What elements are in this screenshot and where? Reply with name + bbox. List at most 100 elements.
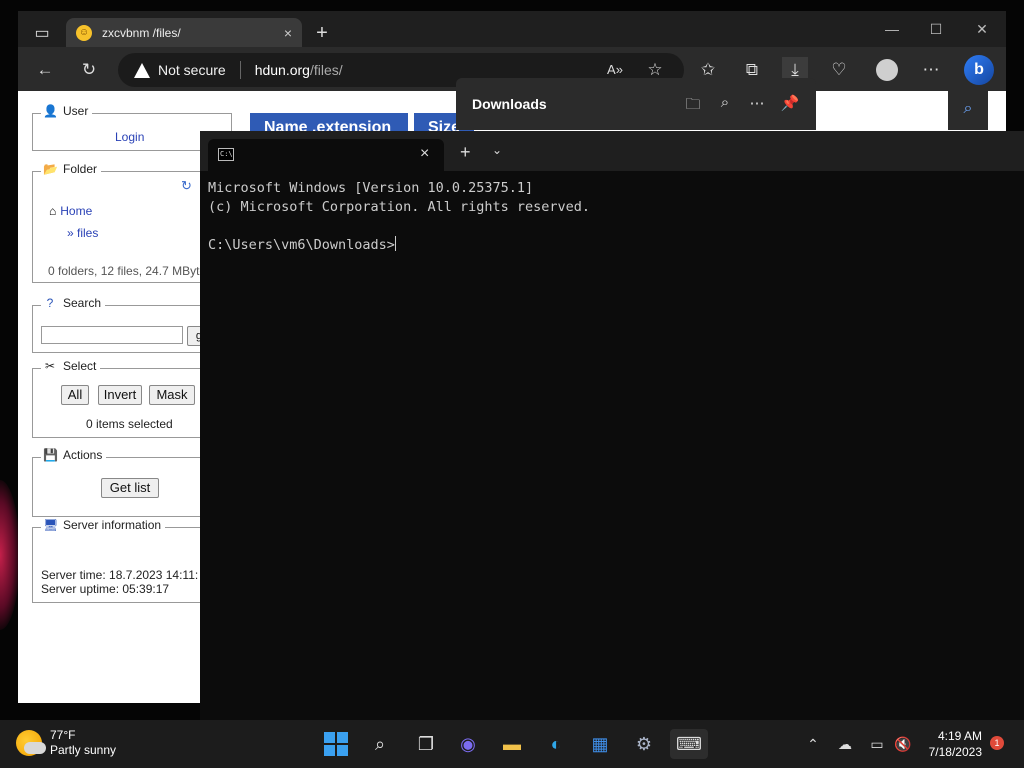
terminal-tabstrip: C:\ × + ⌄ — [200, 131, 1024, 171]
chat-icon[interactable]: ◉ — [453, 729, 483, 759]
weather-text: 77°F Partly sunny — [50, 728, 116, 758]
notification-badge[interactable]: 1 — [990, 736, 1004, 750]
onedrive-cloud-icon[interactable]: ☁ — [830, 729, 860, 759]
terminal-prompt-line: C:\Users\vm6\Downloads> — [208, 236, 1018, 255]
terminal-window[interactable]: C:\ × + ⌄ Microsoft Windows [Version 10.… — [200, 131, 1024, 720]
server-legend: 🖥 Server information — [41, 518, 166, 532]
smiley-favicon-icon: ☺ — [76, 24, 92, 41]
bing-copilot-icon[interactable]: b — [964, 55, 994, 85]
profile-avatar[interactable] — [876, 59, 898, 81]
back-arrow-icon[interactable]: ← — [32, 57, 58, 83]
not-secure-label[interactable]: Not secure — [158, 62, 226, 78]
downloads-title: Downloads — [472, 96, 547, 112]
search-downloads-icon[interactable]: ⌕ — [714, 94, 736, 111]
settings-gear-icon[interactable]: ⚙ — [629, 729, 659, 759]
search-legend: ? Search — [41, 296, 106, 310]
terminal-output[interactable]: Microsoft Windows [Version 10.0.25375.1]… — [208, 179, 1018, 255]
chevron-up-icon[interactable]: ⌃ — [798, 729, 828, 759]
open-folder-icon[interactable]: 🗀 — [682, 94, 704, 119]
terminal-line: Microsoft Windows [Version 10.0.25375.1] — [208, 180, 534, 196]
browser-tabstrip: ▭ ☺ zxcvbnm /files/ × + — ☐ ✕ — [18, 11, 1006, 47]
close-window-button[interactable]: ✕ — [970, 21, 994, 38]
volume-muted-icon[interactable]: 🔇 — [888, 729, 918, 759]
search-icon[interactable]: ⌕ — [365, 729, 395, 759]
more-options-icon[interactable]: ⋯ — [918, 57, 944, 83]
help-icon: ? — [46, 296, 54, 310]
weather-widget[interactable]: 77°F Partly sunny — [16, 728, 116, 758]
folder-legend-text: Folder — [63, 162, 98, 176]
task-view-icon[interactable]: ❐ — [411, 729, 441, 759]
wallpaper-glow — [0, 480, 20, 630]
folder-icon: 📂 — [43, 162, 58, 176]
weather-condition: Partly sunny — [50, 743, 117, 757]
browser-essentials-icon[interactable]: ♡ — [826, 57, 852, 83]
select-legend-text: Select — [63, 359, 97, 373]
tab-actions-icon[interactable]: ▭ — [26, 19, 58, 47]
mask-button[interactable]: Mask — [149, 385, 195, 405]
actions-legend-text: Actions — [63, 448, 103, 462]
server-icon: 🖥 — [43, 518, 59, 532]
user-icon: 👤 — [43, 104, 58, 118]
store-icon[interactable]: ▦ — [585, 729, 615, 759]
close-tab-icon[interactable]: × — [284, 25, 292, 41]
taskbar: 77°F Partly sunny ⌕ ❐ ◉ ▬ ◐ ▦ ⚙ ⌨ ⌃ ☁ ▭ … — [0, 720, 1024, 768]
scissors-icon: ✂ — [44, 359, 56, 373]
user-legend: 👤 User — [41, 104, 93, 118]
browser-tab[interactable]: ☺ zxcvbnm /files/ × — [66, 18, 302, 47]
text-cursor — [394, 236, 396, 251]
weather-temp: 77°F — [50, 728, 76, 742]
user-legend-text: User — [63, 104, 89, 118]
search-input[interactable] — [41, 326, 183, 344]
home-link[interactable]: Home — [60, 204, 92, 218]
reload-icon[interactable]: ↻ — [181, 178, 192, 194]
warning-icon — [134, 62, 150, 78]
refresh-icon[interactable]: ↻ — [76, 57, 102, 83]
url-host: hdun.org — [254, 62, 310, 78]
pin-icon[interactable]: 📌 — [779, 94, 801, 112]
folder-summary: 0 folders, 12 files, 24.7 MByte — [48, 264, 207, 278]
browser-tab-title: zxcvbnm /files/ — [102, 25, 181, 40]
minimize-button[interactable]: — — [880, 21, 904, 37]
folder-legend: 📂 Folder — [41, 162, 102, 176]
home-item[interactable]: ⌂ Home — [49, 204, 92, 218]
get-list-button[interactable]: Get list — [101, 478, 159, 498]
actions-legend: 💾 Actions — [41, 448, 107, 462]
start-button[interactable] — [321, 729, 351, 759]
search-legend-text: Search — [63, 296, 102, 310]
terminal-prompt: C:\Users\vm6\Downloads> — [208, 237, 395, 253]
server-time: Server time: 18.7.2023 14:11: — [41, 568, 199, 582]
command-prompt-icon: C:\ — [218, 148, 234, 161]
new-terminal-tab-button[interactable]: + — [460, 142, 471, 163]
selection-status: 0 items selected — [86, 417, 173, 431]
select-buttons: All Invert Mask — [61, 385, 221, 407]
terminal-tab[interactable]: C:\ × — [208, 139, 444, 171]
files-link[interactable]: » files — [67, 226, 98, 240]
clock-time: 4:19 AM — [937, 729, 982, 743]
more-downloads-options-icon[interactable]: ⋯ — [746, 94, 768, 112]
server-legend-text: Server information — [63, 518, 162, 532]
new-tab-button[interactable]: + — [310, 21, 334, 45]
server-uptime: Server uptime: 05:39:17 — [41, 582, 170, 596]
maximize-button[interactable]: ☐ — [924, 21, 948, 38]
home-icon: ⌂ — [49, 204, 57, 218]
select-legend: ✂ Select — [41, 359, 101, 373]
address-separator — [239, 61, 241, 79]
save-disk-icon: 💾 — [43, 448, 58, 462]
downloads-panel: Downloads 🗀 ⌕ ⋯ 📌 — [456, 78, 816, 130]
taskbar-clock[interactable]: 4:19 AM 7/18/2023 — [918, 728, 982, 760]
login-link[interactable]: Login — [115, 130, 144, 144]
desktop: ▭ ☺ zxcvbnm /files/ × + — ☐ ✕ ← ↻ Not se… — [0, 0, 1024, 768]
terminal-taskbar-icon[interactable]: ⌨ — [670, 729, 708, 759]
windows-logo-icon — [324, 732, 348, 756]
partly-sunny-icon — [16, 730, 46, 756]
sidebar-search-icon[interactable]: ⌕ — [948, 88, 988, 130]
close-terminal-tab-icon[interactable]: × — [420, 145, 429, 163]
select-all-button[interactable]: All — [61, 385, 89, 405]
url-path: /files/ — [309, 62, 343, 78]
edge-browser-icon[interactable]: ◐ — [541, 729, 571, 759]
invert-selection-button[interactable]: Invert — [98, 385, 142, 405]
file-explorer-icon[interactable]: ▬ — [497, 729, 527, 759]
terminal-line: (c) Microsoft Corporation. All rights re… — [208, 199, 591, 215]
terminal-dropdown-icon[interactable]: ⌄ — [492, 143, 502, 157]
